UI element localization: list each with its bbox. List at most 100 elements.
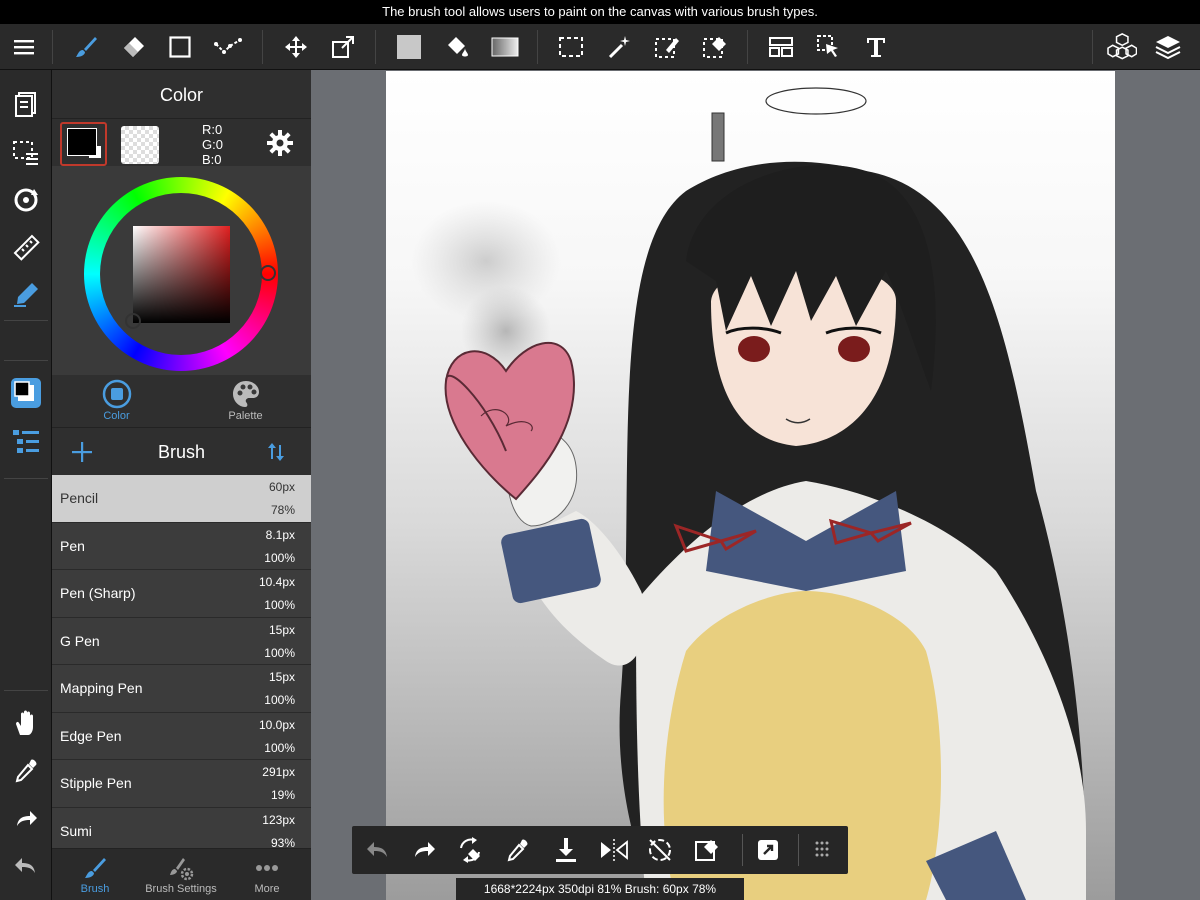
menu-icon <box>14 40 34 55</box>
brush-item-pen-sharp[interactable]: Pen (Sharp) 10.4px 100% <box>52 570 311 618</box>
brush-opacity: 100% <box>264 740 295 755</box>
flip-horizontal-button[interactable] <box>596 832 632 868</box>
select-eraser-button[interactable] <box>697 29 733 65</box>
select-eraser-quick-button[interactable] <box>690 832 726 868</box>
brush-size: 8.1px <box>265 527 295 542</box>
cursor-select-icon <box>817 35 838 57</box>
rotate-view-button[interactable] <box>6 182 46 218</box>
fill-color-button[interactable] <box>391 29 427 65</box>
redo-button[interactable] <box>406 832 442 868</box>
tab-brush[interactable]: Brush <box>52 849 138 900</box>
brush-panel-header: Brush <box>52 427 311 475</box>
color-settings-button[interactable] <box>264 127 296 159</box>
select-pen-button[interactable] <box>649 29 685 65</box>
fill-swatch-icon <box>397 35 421 59</box>
brush-item-edge-pen[interactable]: Edge Pen 10.0px 100% <box>52 712 311 760</box>
tab-more[interactable]: More <box>224 849 310 900</box>
brush-item-mapping-pen[interactable]: Mapping Pen 15px 100% <box>52 665 311 713</box>
eraser-tool-button[interactable] <box>115 29 151 65</box>
brush-opacity: 100% <box>264 550 295 565</box>
brush-name: Stipple Pen <box>60 775 132 791</box>
transparent-color-swatch[interactable] <box>121 126 159 164</box>
color-panel-title: Color <box>52 70 311 118</box>
pen-snap-icon <box>14 283 38 307</box>
tab-palette[interactable]: Palette <box>181 375 310 427</box>
canvas-area[interactable] <box>311 70 1200 900</box>
hue-knob[interactable] <box>260 265 276 281</box>
brush-opacity: 93% <box>270 835 295 849</box>
tab-color[interactable]: Color <box>52 375 181 427</box>
download-icon <box>556 838 576 862</box>
gradient-icon <box>491 37 519 57</box>
add-brush-button[interactable] <box>66 436 98 468</box>
hand-icon <box>16 710 33 735</box>
brush-panel-toggle[interactable] <box>6 423 46 459</box>
frame-divider-button[interactable] <box>763 29 799 65</box>
transform-tool-button[interactable] <box>325 29 361 65</box>
brush-name: G Pen <box>60 632 100 649</box>
magic-wand-icon <box>608 36 630 59</box>
move-tool-button[interactable] <box>278 29 314 65</box>
eyedropper-button[interactable] <box>6 753 46 789</box>
transform-quick-button[interactable] <box>452 832 488 868</box>
more-dots-icon <box>256 865 278 871</box>
sort-brushes-button[interactable] <box>260 436 292 468</box>
ruler-button[interactable] <box>6 229 46 265</box>
brush-tool-button[interactable] <box>68 29 104 65</box>
brush-item-g-pen[interactable]: G Pen 15px 100% <box>52 617 311 665</box>
eyedropper-icon <box>15 759 37 783</box>
brush-list: Pencil 60px 78% Pen 8.1px 100% Pen (Shar… <box>52 475 311 848</box>
document-pages-icon <box>15 92 36 117</box>
layers-button[interactable] <box>1150 29 1186 65</box>
tab-color-label: Color <box>103 410 130 422</box>
brush-size: 15px <box>268 622 295 637</box>
quickbar-grip[interactable] <box>804 832 840 868</box>
menu-button[interactable] <box>6 29 42 65</box>
brush-item-pen[interactable]: Pen 8.1px 100% <box>52 522 311 570</box>
tab-more-label: More <box>254 883 280 895</box>
saturation-value-square[interactable] <box>133 226 230 323</box>
brush-name: Pencil <box>60 490 99 506</box>
tab-brush-settings[interactable]: Brush Settings <box>138 849 224 900</box>
color-panel-toggle[interactable] <box>6 375 46 411</box>
saturation-knob[interactable] <box>125 313 141 329</box>
eyedropper-quick-button[interactable] <box>500 832 536 868</box>
gradient-tool-button[interactable] <box>487 29 523 65</box>
tab-brush-settings-label: Brush Settings <box>145 883 217 895</box>
brush-item-pencil[interactable]: Pencil 60px 78% <box>52 475 311 523</box>
undo-icon <box>15 858 35 873</box>
rect-select-button[interactable] <box>553 29 589 65</box>
drawing-canvas[interactable] <box>386 71 1115 900</box>
undo-rail-button[interactable] <box>6 848 46 884</box>
color-swatch-icon <box>11 378 41 408</box>
canvas-status-bar: 1668*2224px 350dpi 81% Brush: 60px 78% <box>456 878 744 900</box>
text-tool-button[interactable] <box>858 29 894 65</box>
operation-tool-button[interactable] <box>811 29 847 65</box>
rgb-readout: R:0 G:0 B:0 <box>202 122 242 167</box>
transform-icon <box>332 36 354 58</box>
redo-rail-button[interactable] <box>6 801 46 837</box>
brush-item-sumi[interactable]: Sumi 123px 93% <box>52 807 311 849</box>
rotation-reset-button[interactable] <box>642 832 678 868</box>
magic-wand-button[interactable] <box>602 29 638 65</box>
layers-icon <box>1155 36 1181 60</box>
foreground-color-swatch[interactable] <box>60 122 107 166</box>
sort-arrows-icon <box>268 443 284 461</box>
save-download-button[interactable] <box>548 832 584 868</box>
document-button[interactable] <box>6 86 46 122</box>
lasso-tool-button[interactable] <box>210 29 246 65</box>
brush-item-stipple-pen[interactable]: Stipple Pen 291px 19% <box>52 760 311 808</box>
select-eraser-icon <box>695 840 718 861</box>
flip-icon <box>601 839 628 861</box>
shape-tool-button[interactable] <box>162 29 198 65</box>
snap-pen-button[interactable] <box>6 276 46 312</box>
selection-menu-button[interactable] <box>6 134 46 170</box>
undo-button[interactable] <box>360 832 396 868</box>
gear-icon <box>267 130 293 156</box>
material-button[interactable] <box>1104 29 1140 65</box>
export-button[interactable] <box>750 832 786 868</box>
hand-tool-button[interactable] <box>6 705 46 741</box>
bucket-tool-button[interactable] <box>439 29 475 65</box>
redo-icon <box>415 842 435 857</box>
foreground-color-chip <box>67 128 97 156</box>
